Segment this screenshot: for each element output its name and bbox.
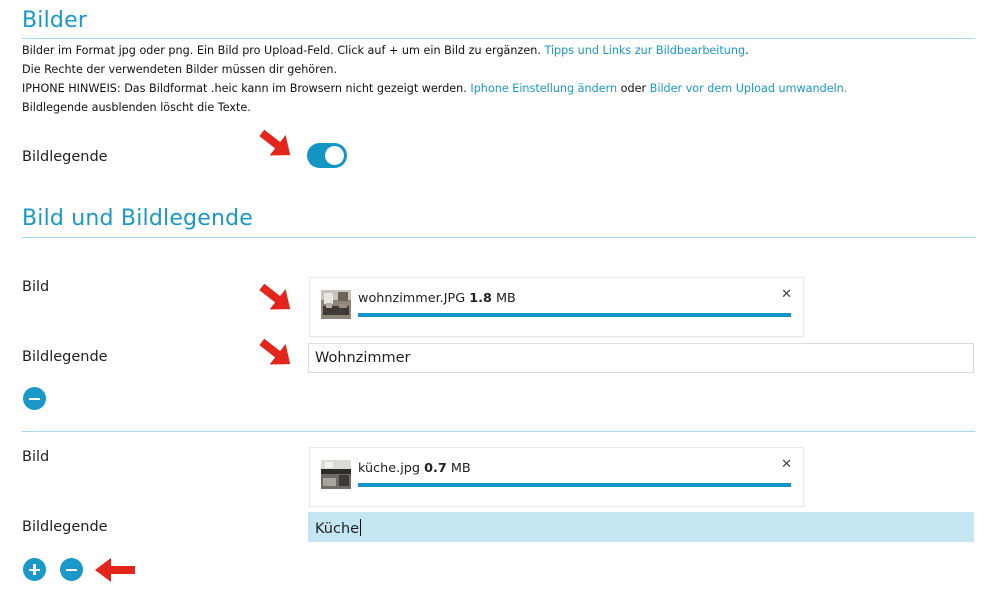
bild-label: Bild bbox=[22, 449, 50, 465]
minus-circle-icon[interactable] bbox=[23, 387, 46, 410]
section-title-bilder: Bilder bbox=[22, 8, 88, 33]
text-cursor bbox=[360, 519, 362, 536]
uploaded-file-card: küche.jpg 0.7 MB ✕ bbox=[309, 447, 804, 507]
arrow-pointer-icon bbox=[259, 338, 291, 365]
link-bilder-umwandeln[interactable]: Bilder vor dem Upload umwandeln. bbox=[650, 82, 848, 95]
arrow-pointer-icon bbox=[259, 283, 291, 310]
file-thumbnail bbox=[321, 460, 351, 489]
uploaded-file-card: wohnzimmer.JPG 1.8 MB ✕ bbox=[309, 277, 804, 337]
file-thumbnail bbox=[321, 290, 351, 319]
info-line-3: IPHONE HINWEIS: Das Bildformat .heic kan… bbox=[22, 82, 848, 95]
minus-circle-icon[interactable] bbox=[60, 558, 83, 581]
file-name-text: wohnzimmer.JPG 1.8 MB bbox=[358, 291, 516, 306]
info-text: Bilder im Format jpg oder png. Ein Bild … bbox=[22, 41, 982, 117]
info-line-2: Die Rechte der verwendeten Bilder müssen… bbox=[22, 63, 338, 76]
info-line-1: Bilder im Format jpg oder png. Ein Bild … bbox=[22, 44, 749, 57]
bildlegende-toggle[interactable] bbox=[307, 143, 347, 168]
close-icon[interactable]: ✕ bbox=[781, 458, 792, 471]
arrow-pointer-icon bbox=[95, 558, 135, 582]
bild-label: Bild bbox=[22, 279, 50, 295]
upload-progress-bar bbox=[358, 483, 791, 487]
link-iphone-einstellung[interactable]: Iphone Einstellung ändern bbox=[470, 82, 617, 95]
caption-input[interactable]: Küche bbox=[308, 512, 974, 542]
section-divider bbox=[22, 237, 975, 238]
bildlegende-label: Bildlegende bbox=[22, 349, 108, 365]
caption-input[interactable]: Wohnzimmer bbox=[308, 343, 974, 373]
file-name-text: küche.jpg 0.7 MB bbox=[358, 461, 471, 476]
bildlegende-toggle-label: Bildlegende bbox=[22, 149, 108, 165]
link-tipps-bildbearbeitung[interactable]: Tipps und Links zur Bildbearbeitung bbox=[544, 44, 745, 57]
upload-progress-bar bbox=[358, 313, 791, 317]
section-title-bild-und-bildlegende: Bild und Bildlegende bbox=[22, 206, 253, 231]
plus-circle-icon[interactable] bbox=[23, 558, 46, 581]
info-line-4: Bildlegende ausblenden löscht die Texte. bbox=[22, 101, 251, 114]
bildlegende-label: Bildlegende bbox=[22, 519, 108, 535]
close-icon[interactable]: ✕ bbox=[781, 288, 792, 301]
section-divider bbox=[22, 38, 975, 39]
entry-divider bbox=[22, 431, 975, 432]
arrow-pointer-icon bbox=[259, 129, 291, 156]
toggle-knob bbox=[325, 146, 344, 165]
